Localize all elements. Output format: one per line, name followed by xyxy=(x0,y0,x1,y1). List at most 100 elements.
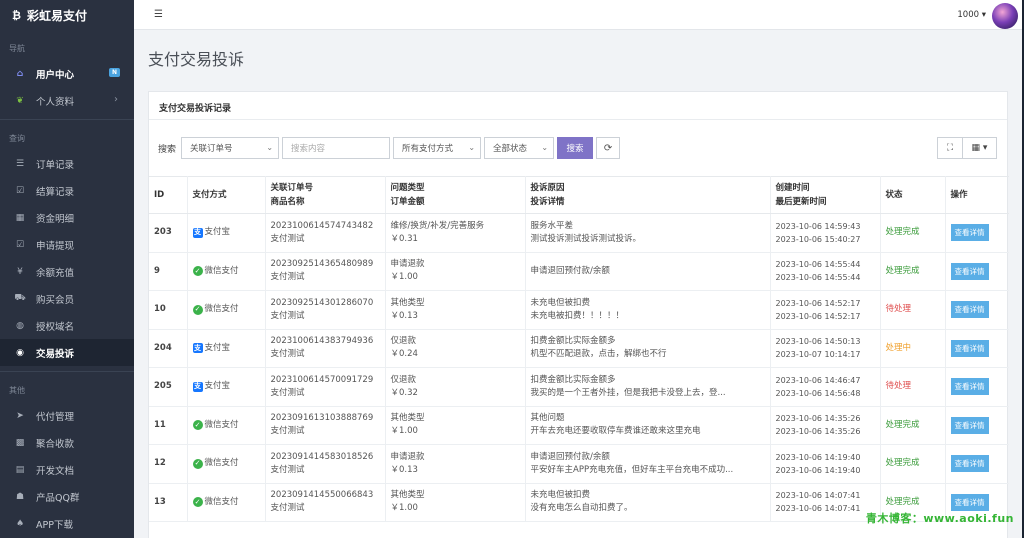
col-id[interactable]: ID xyxy=(149,176,188,214)
view-details-button[interactable]: 查看详情 xyxy=(950,378,989,396)
status-badge: 处理中 xyxy=(880,329,946,368)
view-details-button[interactable]: 查看详情 xyxy=(950,301,989,319)
complaint-reason: 扣费金额比实际金额多 xyxy=(530,374,616,385)
chevron-down-icon: ⌄ xyxy=(266,143,274,152)
sidebar-item-withdraw[interactable]: ☑ 申请提现 xyxy=(0,231,134,258)
yen-icon: ¥ xyxy=(17,266,23,277)
product-name: 支付测试 xyxy=(270,503,305,514)
columns-button[interactable]: ▦ ▾ xyxy=(963,137,997,159)
sidebar-item-domains[interactable]: ◍ 授权域名 xyxy=(0,312,134,339)
search-field-select[interactable]: 关联订单号 ⌄ xyxy=(181,137,280,159)
android-icon: ♠ xyxy=(15,518,25,529)
col-op[interactable]: 操作 xyxy=(945,176,1009,214)
complaint-detail: 没有充电怎么自动扣费了。 xyxy=(530,503,633,514)
complaint-reason: 申请退回预付款/余额 xyxy=(530,265,610,276)
updated-time: 2023-10-06 14:52:17 xyxy=(775,311,861,321)
sidebar-item-label: 交易投诉 xyxy=(36,348,75,360)
cell-pay: ✓ 微信支付 xyxy=(187,290,266,330)
col-type[interactable]: 问题类型 订单金额 xyxy=(385,176,526,214)
sidebar-item-aggregate[interactable]: ▩ 聚合收款 xyxy=(0,429,134,456)
chat-icon: ◉ xyxy=(16,347,24,358)
pay-label: 支付宝 xyxy=(204,381,231,392)
status-badge: 处理完成 xyxy=(880,213,946,253)
col-order[interactable]: 关联订单号 商品名称 xyxy=(265,176,386,214)
created-time: 2023-10-06 14:19:40 xyxy=(775,452,861,462)
table-row: 205 支支付宝 2023100614570091729 支付测试 仅退款 ￥0.32 扣费… xyxy=(149,367,1009,407)
created-time: 2023-10-06 14:35:26 xyxy=(775,414,861,424)
sidebar-item-qq-group[interactable]: ☗ 产品QQ群 xyxy=(0,483,134,510)
created-time: 2023-10-06 14:55:44 xyxy=(775,260,861,270)
product-name: 支付测试 xyxy=(270,233,305,244)
sidebar-item-label: 资金明细 xyxy=(36,213,75,225)
sidebar-item-label: 个人资料 xyxy=(36,96,75,108)
cell-order: 2023100614574743482 支付测试 xyxy=(265,213,386,253)
cell-type: 其他类型 ￥1.00 xyxy=(385,406,526,445)
complaint-reason: 服务水平差 xyxy=(530,220,574,231)
cell-reason: 申请退回预付款/余额 xyxy=(525,252,771,291)
col-pay[interactable]: 支付方式 xyxy=(187,176,266,214)
cell-op: 查看详情 xyxy=(945,367,1009,407)
col-type-line1: 问题类型 xyxy=(390,183,425,193)
pay-label: 微信支付 xyxy=(204,265,239,276)
sidebar-item-label: 产品QQ群 xyxy=(36,492,80,504)
sidebar-item-app[interactable]: ♠ APP下载 xyxy=(0,510,134,537)
search-toolbar: 搜索 关联订单号 ⌄ 搜索内容 所有支付方式 ⌄ 全部状态 ⌄ 搜索 ⟳ xyxy=(158,137,621,159)
issue-type: 申请退款 xyxy=(390,259,425,270)
book-icon: ▤ xyxy=(15,464,25,475)
table-row: 11 ✓ 微信支付 2023091613103888769 支付测试 其他类型 ￥1.00 其… xyxy=(149,406,1009,445)
view-details-button[interactable]: 查看详情 xyxy=(950,339,989,357)
created-time: 2023-10-06 14:07:41 xyxy=(775,491,861,501)
cell-type: 仅退款 ￥0.32 xyxy=(385,367,526,407)
view-details-button[interactable]: 查看详情 xyxy=(950,262,989,280)
refresh-button[interactable]: ⟳ xyxy=(596,137,621,159)
view-details-button[interactable]: 查看详情 xyxy=(950,455,989,473)
sidebar-item-membership[interactable]: ⛟ 购买会员 xyxy=(0,285,134,312)
sidebar-item-complaints[interactable]: ◉ 交易投诉 xyxy=(0,339,134,366)
sidebar-item-orders[interactable]: ☰ 订单记录 xyxy=(0,150,134,177)
cell-id: 205 xyxy=(149,367,188,407)
nav-section-label: 导航 xyxy=(9,44,25,53)
cell-time: 2023-10-06 14:59:43 2023-10-06 15:40:27 xyxy=(770,213,881,253)
cell-id: 203 xyxy=(149,213,188,253)
sidebar-item-settlements[interactable]: ☑ 结算记录 xyxy=(0,177,134,204)
wechat-pay-icon: ✓ xyxy=(192,497,203,508)
menu-toggle-icon[interactable]: ☰ xyxy=(154,9,163,20)
updated-time: 2023-10-06 14:35:26 xyxy=(775,427,861,437)
search-button[interactable]: 搜索 xyxy=(557,137,594,159)
sidebar-item-funds[interactable]: ▦ 资金明细 xyxy=(0,204,134,231)
order-number: 2023091414583018526 xyxy=(270,451,374,462)
leaf-icon: ❦ xyxy=(16,95,24,106)
brand[interactable]: ₿ 彩虹易支付 xyxy=(0,0,134,30)
view-details-button[interactable]: 查看详情 xyxy=(950,416,989,434)
view-details-button[interactable]: 查看详情 xyxy=(950,493,989,511)
cell-type: 仅退款 ￥0.24 xyxy=(385,329,526,368)
col-reason[interactable]: 投诉原因 投诉详情 xyxy=(525,176,771,214)
col-time[interactable]: 创建时间 最后更新时间 xyxy=(770,176,881,214)
sidebar-item-recharge[interactable]: ¥ 余额充值 xyxy=(0,258,134,285)
table-icon: ▦ xyxy=(15,212,25,223)
sidebar-item-docs[interactable]: ▤ 开发文档 xyxy=(0,456,134,483)
cell-id: 9 xyxy=(149,252,188,291)
account-dropdown[interactable]: 1000 ▾ xyxy=(957,10,986,20)
wechat-pay-icon: ✓ xyxy=(192,266,203,277)
paytype-select[interactable]: 所有支付方式 ⌄ xyxy=(393,137,482,159)
cell-op: 查看详情 xyxy=(945,444,1009,484)
cell-order: 2023092514301286070 支付测试 xyxy=(265,290,386,330)
fullscreen-button[interactable]: ⛶ xyxy=(937,137,963,159)
cell-op: 查看详情 xyxy=(945,252,1009,291)
created-time: 2023-10-06 14:50:13 xyxy=(775,337,861,347)
sidebar-item-payout[interactable]: ➤ 代付管理 xyxy=(0,402,134,429)
cell-pay: ✓ 微信支付 xyxy=(187,444,266,484)
bitcoin-logo-icon: ₿ xyxy=(12,8,21,22)
status-select[interactable]: 全部状态 ⌄ xyxy=(484,137,555,159)
col-status[interactable]: 状态 xyxy=(880,176,946,214)
sidebar-item-profile[interactable]: ❦ 个人资料 › xyxy=(0,87,134,114)
view-details-button[interactable]: 查看详情 xyxy=(950,224,989,242)
complaint-detail: 开车去充电还要收取停车费谁还敢来这里充电 xyxy=(530,426,701,437)
product-name: 支付测试 xyxy=(270,387,305,398)
cell-op: 查看详情 xyxy=(945,213,1009,253)
search-input[interactable]: 搜索内容 xyxy=(282,137,391,159)
sidebar-item-user-center[interactable]: ⌂ 用户中心 N xyxy=(0,60,134,87)
updated-time: 2023-10-06 14:19:40 xyxy=(775,465,861,475)
avatar[interactable] xyxy=(992,3,1018,29)
